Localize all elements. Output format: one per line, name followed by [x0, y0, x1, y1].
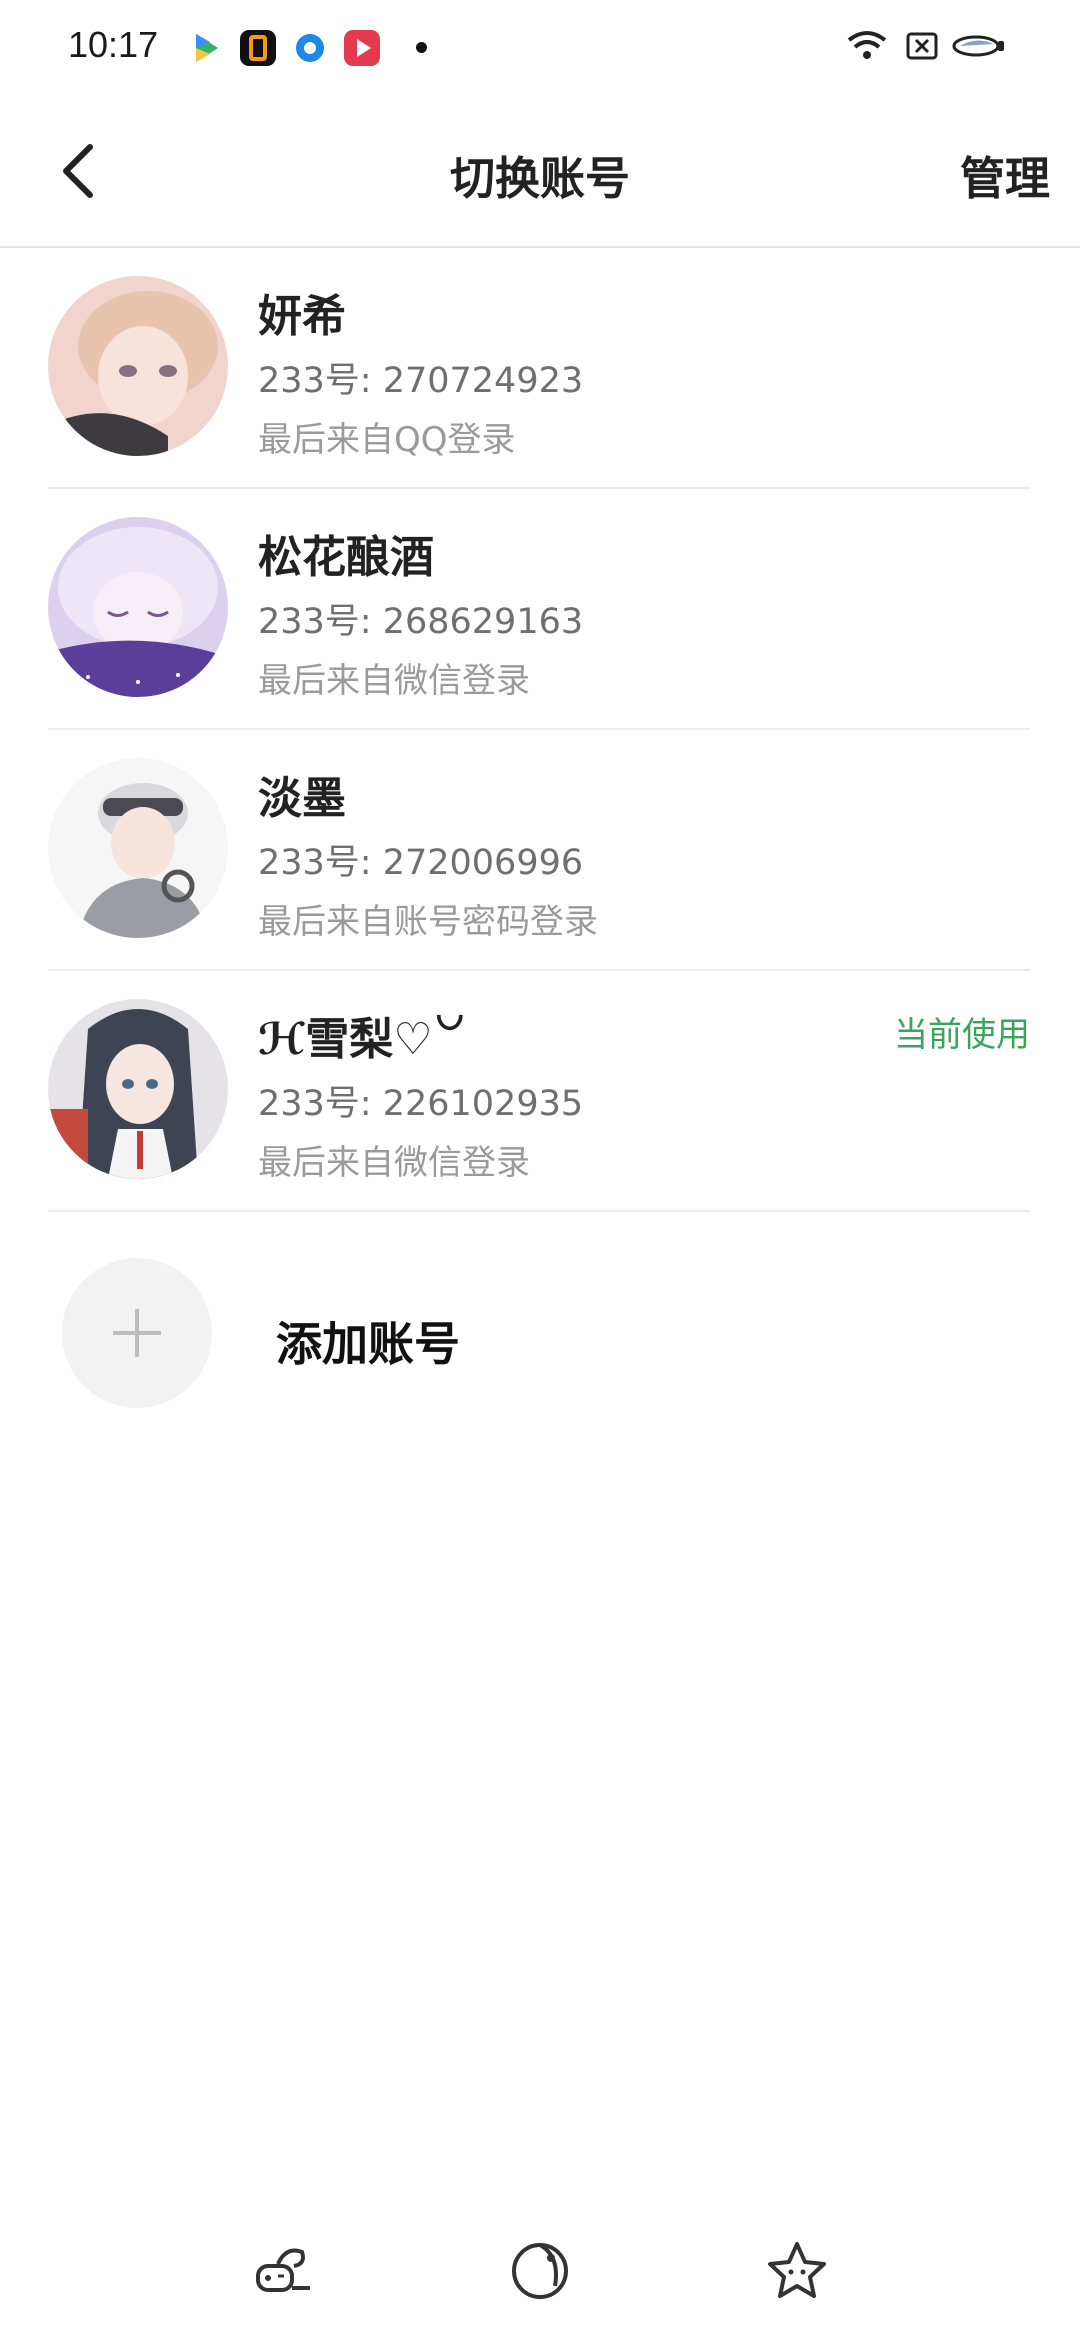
account-login-source: 最后来自账号密码登录: [258, 902, 598, 942]
account-row[interactable]: 妍希 233号: 270724923 最后来自QQ登录: [48, 248, 1030, 489]
account-login-source: 最后来自微信登录: [258, 1143, 530, 1183]
play-app-icon: [344, 30, 380, 66]
page-title: 切换账号: [449, 152, 630, 205]
add-account-circle[interactable]: [62, 1258, 212, 1408]
account-name: ℋ雪梨♡꒡: [258, 1014, 468, 1065]
battery-icon: [950, 28, 1008, 68]
avatar: [48, 999, 228, 1179]
screen: 10:17 切换账号 管理 妍希 233号: 270724923 最后来自QQ登…: [0, 0, 1080, 2340]
account-name: 妍希: [258, 291, 346, 342]
account-name: 松花酿酒: [258, 532, 434, 583]
account-name: 淡墨: [258, 773, 346, 824]
status-time: 10:17: [68, 24, 159, 65]
account-row-current[interactable]: ℋ雪梨♡꒡ 当前使用 233号: 226102935 最后来自微信登录: [48, 971, 1030, 1212]
avatar: [48, 758, 228, 938]
account-list: 妍希 233号: 270724923 最后来自QQ登录 松花酿酒 233号: 2…: [0, 248, 1080, 1212]
planet-icon[interactable]: [505, 2236, 575, 2306]
add-account-label: 添加账号: [276, 1317, 460, 1371]
current-account-badge: 当前使用: [894, 1015, 1030, 1055]
browser-app-icon: [292, 30, 328, 66]
account-login-source: 最后来自微信登录: [258, 661, 530, 701]
sim-disabled-icon: [904, 28, 940, 68]
plus-icon: [113, 1309, 161, 1357]
account-row[interactable]: 松花酿酒 233号: 268629163 最后来自微信登录: [48, 489, 1030, 730]
star-face-icon[interactable]: [762, 2236, 832, 2306]
account-id: 233号: 270724923: [258, 361, 584, 401]
status-bar: 10:17: [0, 0, 1080, 96]
notification-dot: [416, 42, 427, 53]
bottom-bar: [0, 2220, 1080, 2320]
manage-button[interactable]: 管理: [960, 142, 1050, 207]
account-id: 233号: 268629163: [258, 602, 584, 642]
account-id: 233号: 226102935: [258, 1084, 584, 1124]
game-controller-icon[interactable]: [248, 2236, 318, 2306]
account-id: 233号: 272006996: [258, 843, 584, 883]
account-login-source: 最后来自QQ登录: [258, 420, 516, 460]
wifi-icon: [846, 28, 888, 68]
avatar: [48, 517, 228, 697]
video-app-icon: [188, 30, 224, 66]
avatar: [48, 276, 228, 456]
add-account-button[interactable]: 添加账号: [62, 1258, 962, 1408]
account-row[interactable]: 淡墨 233号: 272006996 最后来自账号密码登录: [48, 730, 1030, 971]
reader-app-icon: [240, 30, 276, 66]
nav-bar: 切换账号 管理: [0, 96, 1080, 248]
